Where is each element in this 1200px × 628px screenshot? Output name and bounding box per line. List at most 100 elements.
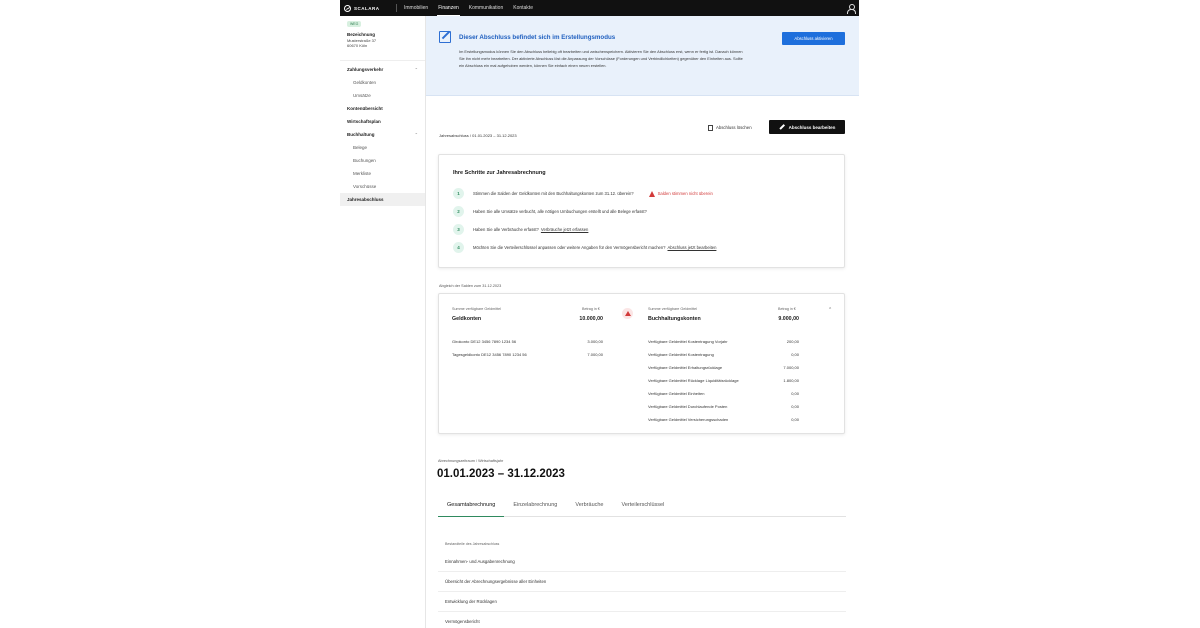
step-text: Möchten Sie die Verteilerschlüssel anpas… xyxy=(473,245,666,250)
right-row-name: Verfügbare Geldmittel Erhaltungsrücklage xyxy=(648,365,723,370)
edit-document-icon xyxy=(439,31,451,43)
right-row-value: 0,00 xyxy=(791,391,799,396)
balance-mismatch-warning: Salden stimmen nicht überein xyxy=(648,190,713,197)
edit-closing-link[interactable]: Abschluss jetzt bearbeiten xyxy=(668,245,717,250)
step-number: 4 xyxy=(453,242,464,253)
right-row-value: 0,00 xyxy=(791,352,799,357)
period-subtitle: Abrechnungszeitraum / Wirtschaftsjahr xyxy=(438,459,504,463)
period-title: 01.01.2023 – 31.12.2023 xyxy=(437,468,565,480)
sidebar-group-label: Buchhaltung xyxy=(347,132,375,137)
warning-icon xyxy=(624,311,631,316)
list-item[interactable]: Übersicht der Abrechnungsergebnisse alle… xyxy=(438,572,846,592)
right-sum-label: Summe verfügbare Geldmittel xyxy=(648,307,697,311)
main-content: Dieser Abschluss befindet sich im Erstel… xyxy=(426,16,859,628)
breadcrumb[interactable]: Jahresabschluss / 01.01.2023 – 31.12.202… xyxy=(439,133,517,138)
step-2: 2 Haben Sie alle Umsätze verbucht, alle … xyxy=(453,206,647,217)
left-row-name: Girokonto DE12 3456 7890 1234 56 xyxy=(452,339,517,344)
geldkonten-total: 10.000,00 xyxy=(579,316,603,322)
step-number: 2 xyxy=(453,206,464,217)
right-row-value: 200,00 xyxy=(786,339,799,344)
right-row-value: 7.000,00 xyxy=(783,365,799,370)
left-row-value: 7.000,00 xyxy=(587,352,603,357)
closing-tabs: Gesamtabrechnung Einzelabrechnung Verbrä… xyxy=(438,502,846,517)
tab-verteilerschluessel[interactable]: Verteilerschlüssel xyxy=(613,502,674,517)
activate-closing-button[interactable]: Abschluss aktivieren xyxy=(782,32,845,45)
right-row-name: Verfügbare Geldmittel Durchlaufende Post… xyxy=(648,404,728,409)
step-text: Haben Sie alle Verbräuche erfasst? xyxy=(473,227,539,232)
tab-gesamtabrechnung[interactable]: Gesamtabrechnung xyxy=(438,502,505,517)
list-item[interactable]: Entwicklung der Rücklagen xyxy=(438,592,846,612)
scalara-logo-icon xyxy=(344,4,351,12)
nav-kommunikation[interactable]: Kommunikation xyxy=(468,0,504,16)
list-item[interactable]: Einnahmen- und Ausgabenrechnung xyxy=(438,552,846,572)
creation-mode-banner: Dieser Abschluss befindet sich im Erstel… xyxy=(426,16,859,96)
sidebar-group-zahlungsverkehr[interactable]: Zahlungsverkehr ⌃ xyxy=(340,63,425,76)
trash-icon xyxy=(708,124,713,131)
delete-closing-button[interactable]: Abschluss löschen xyxy=(708,121,752,134)
chevron-up-icon: ⌃ xyxy=(414,67,418,72)
step-3: 3 Haben Sie alle Verbräuche erfasst? Ver… xyxy=(453,224,588,235)
step-text: Stimmen die Salden der Geldkonten mit de… xyxy=(473,191,634,196)
delete-closing-label: Abschluss löschen xyxy=(716,125,752,130)
banner-title: Dieser Abschluss befindet sich im Erstel… xyxy=(459,34,616,41)
right-row-name: Verfügbare Geldmittel Kostentragung xyxy=(648,352,714,357)
right-row-name: Verfügbare Geldmittel Kostentragung Vorj… xyxy=(648,339,728,344)
nav-immobilien[interactable]: Immobilien xyxy=(403,0,429,16)
mismatch-warning-badge xyxy=(622,308,633,319)
nav-finanzen[interactable]: Finanzen xyxy=(437,0,460,16)
scalara-logo[interactable]: SCALARA xyxy=(340,4,396,12)
banner-text: Im Erstellungsmodus können Sie den Absch… xyxy=(459,49,743,68)
property-name: Bezeichnung xyxy=(347,32,376,37)
tab-verbraeuche[interactable]: Verbräuche xyxy=(566,502,612,517)
step-1: 1 Stimmen die Salden der Geldkonten mit … xyxy=(453,188,713,199)
left-sum-label: Summe verfügbare Geldmittel xyxy=(452,307,501,311)
geldkonten-title: Geldkonten xyxy=(452,316,482,322)
property-address-line2: 60670 Köln xyxy=(347,43,368,48)
nav-divider xyxy=(396,4,397,12)
components-label: Bestandteile des Jahresabschluss xyxy=(445,542,500,546)
step-text: Haben Sie alle Umsätze verbucht, alle nö… xyxy=(473,209,647,214)
sidebar-group-buchhaltung[interactable]: Buchhaltung ⌃ xyxy=(340,128,425,141)
step-number: 3 xyxy=(453,224,464,235)
chevron-up-icon: ⌃ xyxy=(414,132,418,137)
right-amount-label: Betrag in € xyxy=(778,307,796,311)
right-row-value: 0,00 xyxy=(791,417,799,422)
sidebar-item-geldkonten[interactable]: Geldkonten xyxy=(340,76,425,89)
edit-closing-button[interactable]: Abschluss bearbeiten xyxy=(769,120,845,134)
buchhaltungskonten-title: Buchhaltungskonten xyxy=(648,316,701,322)
left-amount-label: Betrag in € xyxy=(582,307,600,311)
nav-kontakte[interactable]: Kontakte xyxy=(512,0,534,16)
sidebar-item-umsaetze[interactable]: Umsätze xyxy=(340,89,425,102)
sidebar-item-vorschuesse[interactable]: Vorschüsse xyxy=(340,180,425,193)
balance-card: Summe verfügbare Geldmittel Betrag in € … xyxy=(438,293,845,434)
right-row-value: 1.800,00 xyxy=(783,378,799,383)
warning-icon xyxy=(648,190,655,197)
step-4: 4 Möchten Sie die Verteilerschlüssel anp… xyxy=(453,242,716,253)
main-nav: Immobilien Finanzen Kommunikation Kontak… xyxy=(403,0,534,16)
steps-title: Ihre Schritte zur Jahresabrechnung xyxy=(453,170,546,176)
right-row-value: 0,00 xyxy=(791,404,799,409)
chevron-up-icon[interactable]: ⌃ xyxy=(828,307,832,313)
sidebar-group-label: Zahlungsverkehr xyxy=(347,67,384,72)
top-navigation-bar: SCALARA Immobilien Finanzen Kommunikatio… xyxy=(340,0,859,16)
sidebar-item-merkliste[interactable]: Merkliste xyxy=(340,167,425,180)
right-row-name: Verfügbare Geldmittel Rücklage Liquiditä… xyxy=(648,378,739,383)
right-row-name: Verfügbare Geldmittel Versicherungsschad… xyxy=(648,417,729,422)
sidebar-item-wirtschaftsplan[interactable]: Wirtschaftsplan xyxy=(340,115,425,128)
sidebar-item-belege[interactable]: Belege xyxy=(340,141,425,154)
step-number: 1 xyxy=(453,188,464,199)
sidebar-item-jahresabschluss[interactable]: Jahresabschluss xyxy=(340,193,425,206)
tab-einzelabrechnung[interactable]: Einzelabrechnung xyxy=(504,502,566,517)
record-consumption-link[interactable]: Verbräuche jetzt erfassen xyxy=(541,227,589,232)
left-row-name: Tagesgeldkonto DE12 3456 7890 1234 56 xyxy=(452,352,527,357)
right-row-name: Verfügbare Geldmittel Einheiten xyxy=(648,391,705,396)
sidebar-item-buchungen[interactable]: Buchungen xyxy=(340,154,425,167)
user-icon[interactable] xyxy=(847,3,856,14)
warning-text: Salden stimmen nicht überein xyxy=(657,191,713,196)
left-row-value: 3.000,00 xyxy=(587,339,603,344)
sidebar-item-kontenuebersicht[interactable]: Kontenübersicht xyxy=(340,102,425,115)
buchhaltungskonten-total: 9.000,00 xyxy=(778,316,799,322)
app-window: SCALARA Immobilien Finanzen Kommunikatio… xyxy=(0,0,1200,628)
steps-card: Ihre Schritte zur Jahresabrechnung 1 Sti… xyxy=(438,154,845,268)
list-item[interactable]: Vermögensbericht xyxy=(438,612,846,628)
